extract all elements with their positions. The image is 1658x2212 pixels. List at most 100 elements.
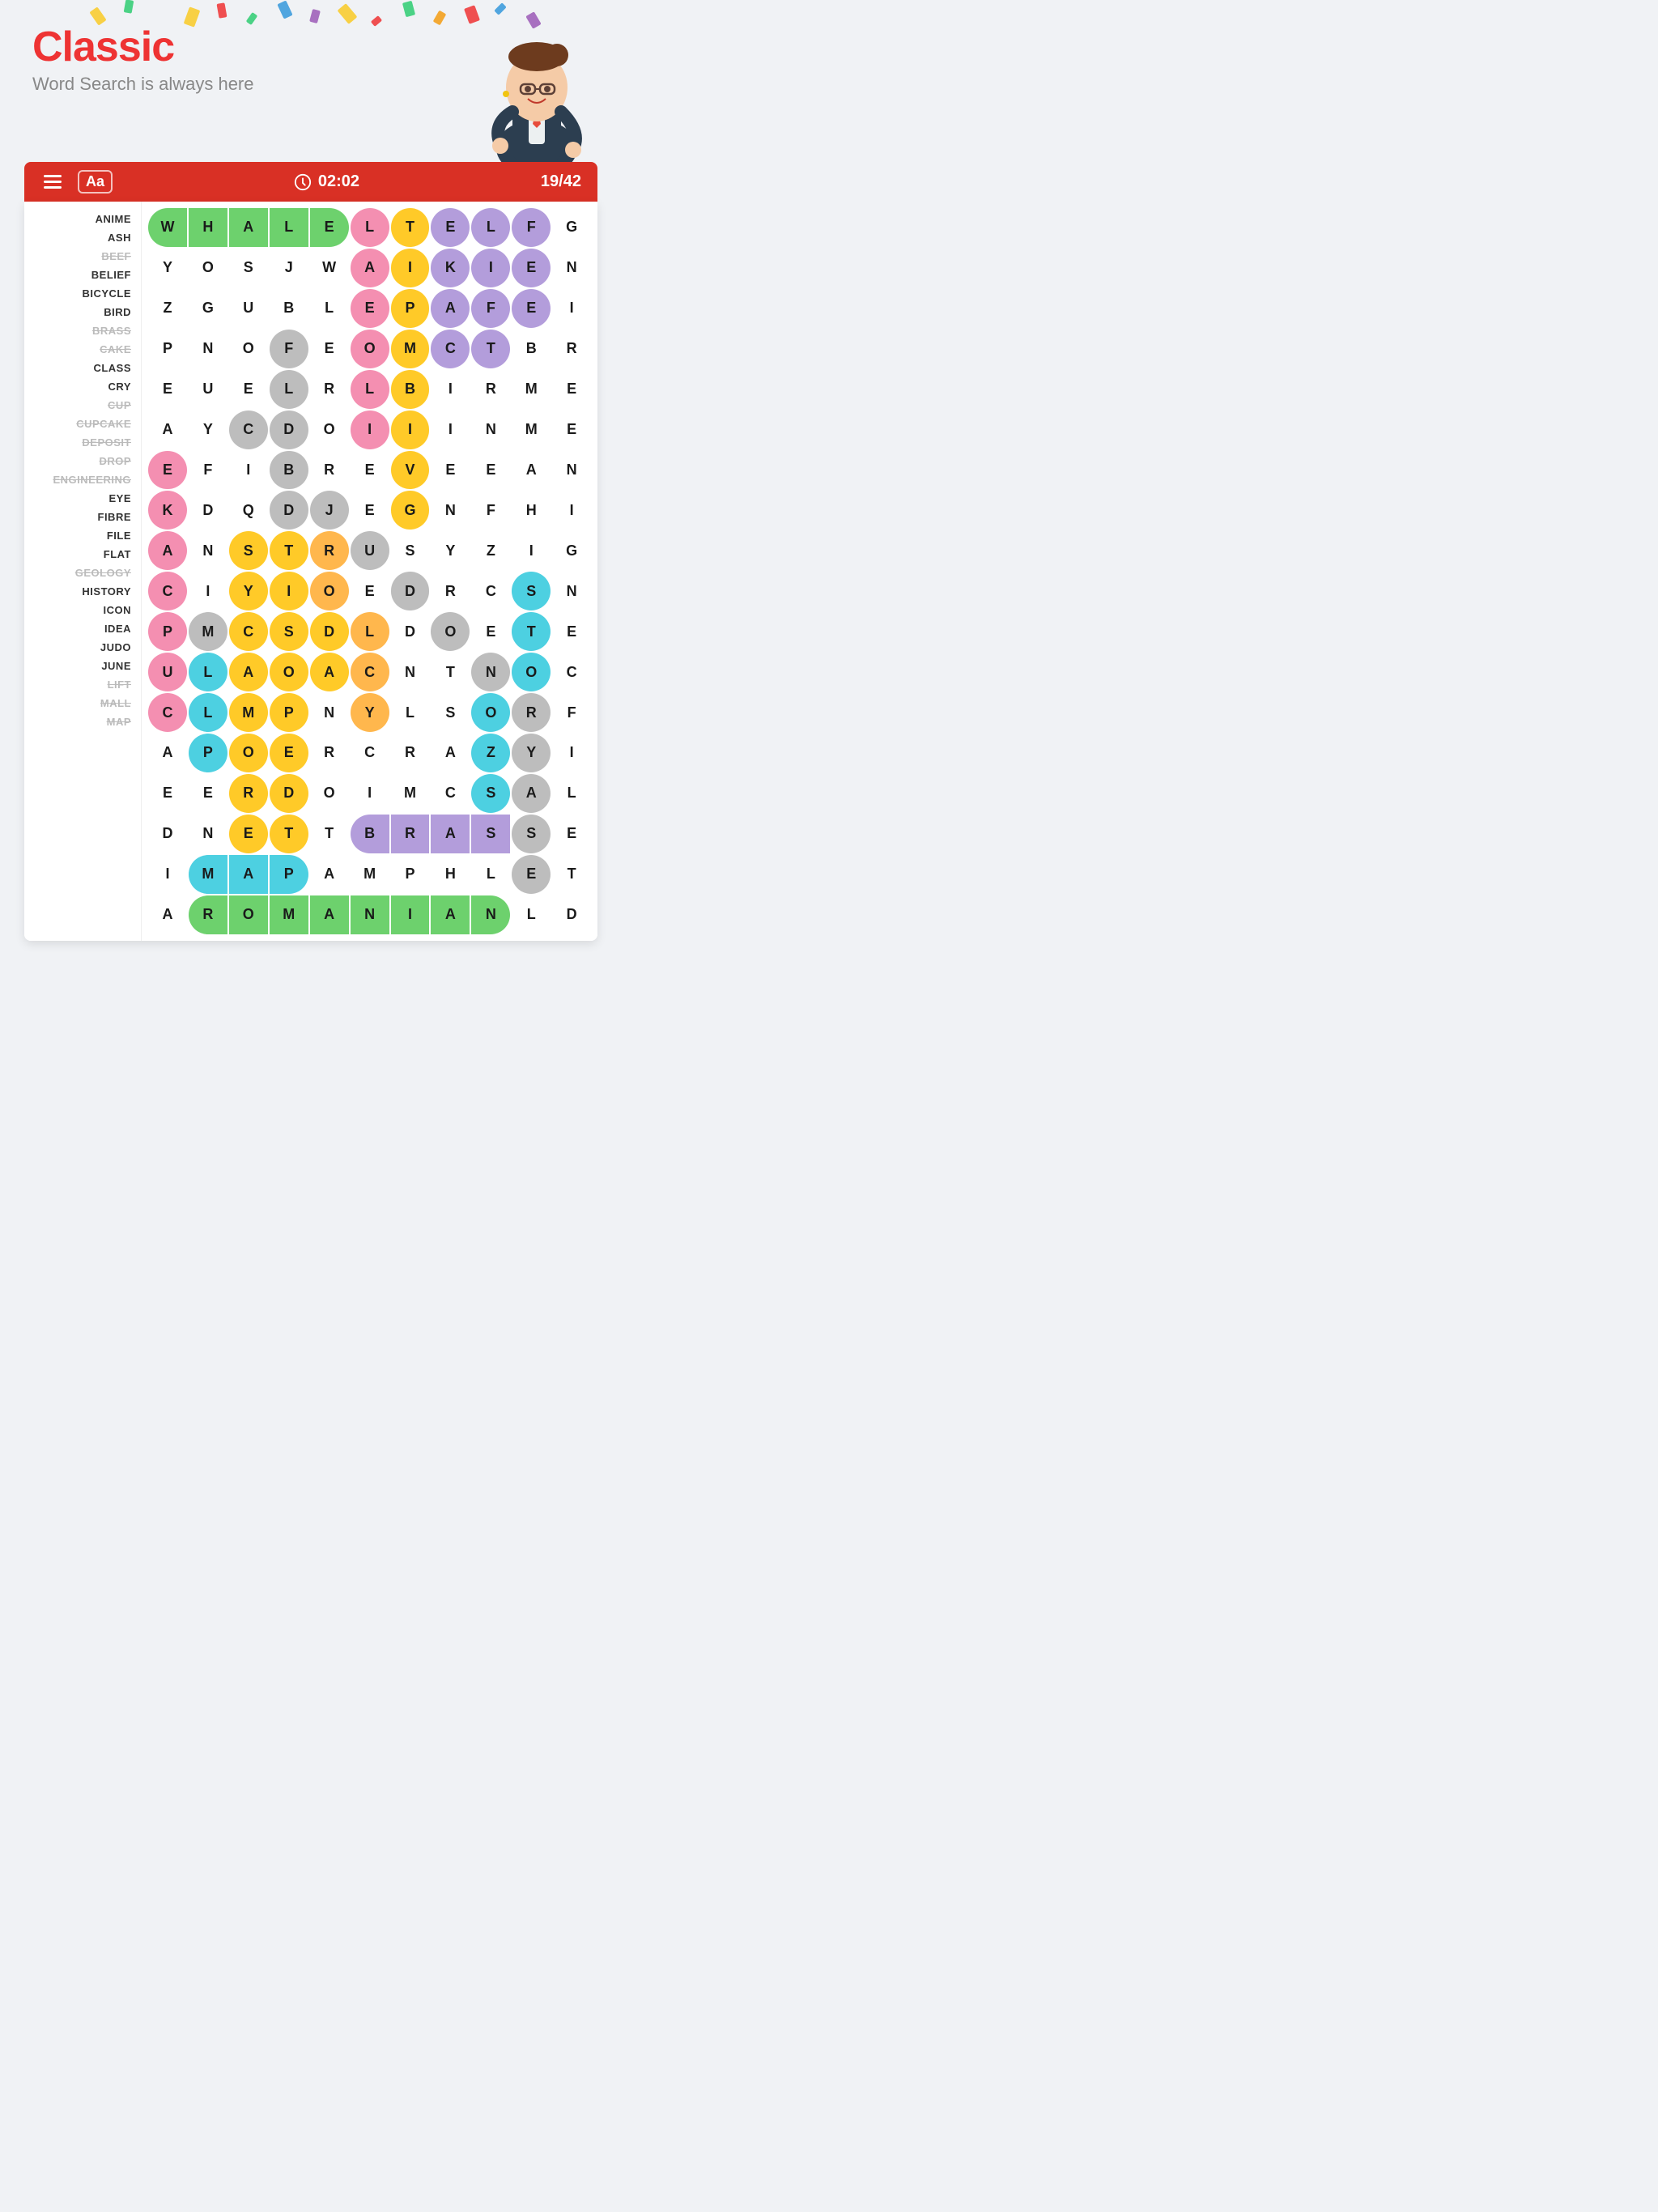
grid-cell[interactable]: E [351, 572, 389, 610]
grid-cell[interactable]: R [310, 451, 349, 490]
grid-cell[interactable]: P [189, 734, 227, 772]
grid-cell[interactable]: K [148, 491, 187, 530]
grid-cell[interactable]: I [189, 572, 227, 610]
grid-cell[interactable]: F [471, 289, 510, 328]
grid-cell[interactable]: I [512, 531, 551, 570]
grid-cell[interactable]: N [189, 815, 227, 853]
grid-cell[interactable]: M [391, 330, 430, 368]
grid-cell[interactable]: G [552, 531, 591, 570]
grid-cell[interactable]: N [471, 653, 510, 691]
grid-cell[interactable]: B [391, 370, 430, 409]
grid-cell[interactable]: E [270, 734, 308, 772]
grid-cell[interactable]: C [148, 693, 187, 732]
grid-cell[interactable]: T [512, 612, 551, 651]
grid-cell[interactable]: E [552, 815, 591, 853]
grid-cell[interactable]: O [229, 895, 268, 934]
grid-cell[interactable]: P [391, 855, 430, 894]
grid-cell[interactable]: W [148, 208, 187, 247]
grid-cell[interactable]: L [351, 370, 389, 409]
grid-cell[interactable]: S [229, 249, 268, 287]
grid-cell[interactable]: B [270, 451, 308, 490]
grid-cell[interactable]: E [229, 815, 268, 853]
grid-cell[interactable]: R [431, 572, 470, 610]
grid-cell[interactable]: I [552, 289, 591, 328]
grid-cell[interactable]: C [351, 734, 389, 772]
grid-cell[interactable]: F [512, 208, 551, 247]
grid-cell[interactable]: G [391, 491, 430, 530]
grid-cell[interactable]: L [189, 693, 227, 732]
grid-cell[interactable]: M [512, 370, 551, 409]
grid-cell[interactable]: S [270, 612, 308, 651]
grid-cell[interactable]: E [189, 774, 227, 813]
grid-cell[interactable]: Z [148, 289, 187, 328]
grid-cell[interactable]: T [431, 653, 470, 691]
grid-cell[interactable]: S [471, 815, 510, 853]
grid-cell[interactable]: M [351, 855, 389, 894]
grid-cell[interactable]: S [229, 531, 268, 570]
grid-cell[interactable]: N [552, 572, 591, 610]
grid-cell[interactable]: B [512, 330, 551, 368]
grid-cell[interactable]: R [512, 693, 551, 732]
grid-cell[interactable]: R [552, 330, 591, 368]
grid-cell[interactable]: E [431, 208, 470, 247]
grid-cell[interactable]: S [431, 693, 470, 732]
grid-cell[interactable]: A [229, 855, 268, 894]
grid-cell[interactable]: G [189, 289, 227, 328]
grid-cell[interactable]: P [391, 289, 430, 328]
grid-cell[interactable]: C [431, 774, 470, 813]
grid-cell[interactable]: M [512, 410, 551, 449]
grid-cell[interactable]: E [351, 289, 389, 328]
grid-cell[interactable]: O [310, 774, 349, 813]
grid-cell[interactable]: O [229, 330, 268, 368]
menu-button[interactable] [40, 172, 65, 192]
grid-cell[interactable]: E [512, 855, 551, 894]
grid-cell[interactable]: Q [229, 491, 268, 530]
grid-cell[interactable]: N [471, 410, 510, 449]
grid-cell[interactable]: S [391, 531, 430, 570]
grid-cell[interactable]: D [391, 572, 430, 610]
grid-cell[interactable]: I [391, 249, 430, 287]
grid-cell[interactable]: M [270, 895, 308, 934]
grid-cell[interactable]: F [270, 330, 308, 368]
grid-cell[interactable]: P [148, 612, 187, 651]
grid-cell[interactable]: E [431, 451, 470, 490]
grid-cell[interactable]: O [310, 572, 349, 610]
grid-cell[interactable]: C [552, 653, 591, 691]
grid-cell[interactable]: R [310, 370, 349, 409]
grid-cell[interactable]: A [431, 734, 470, 772]
grid-cell[interactable]: C [229, 410, 268, 449]
grid-cell[interactable]: I [391, 410, 430, 449]
grid-cell[interactable]: A [148, 410, 187, 449]
grid-cell[interactable]: E [471, 612, 510, 651]
grid-cell[interactable]: W [310, 249, 349, 287]
grid-cell[interactable]: O [189, 249, 227, 287]
grid-cell[interactable]: I [229, 451, 268, 490]
grid-cell[interactable]: I [552, 734, 591, 772]
grid-cell[interactable]: L [310, 289, 349, 328]
grid-cell[interactable]: M [189, 612, 227, 651]
grid-cell[interactable]: J [270, 249, 308, 287]
grid-cell[interactable]: L [189, 653, 227, 691]
grid-cell[interactable]: N [552, 451, 591, 490]
grid-cell[interactable]: Z [471, 531, 510, 570]
grid-cell[interactable]: Y [189, 410, 227, 449]
grid-cell[interactable]: K [431, 249, 470, 287]
grid-cell[interactable]: R [310, 531, 349, 570]
grid-cell[interactable]: R [310, 734, 349, 772]
grid-cell[interactable]: H [431, 855, 470, 894]
font-size-button[interactable]: Aa [78, 170, 113, 194]
grid-cell[interactable]: E [148, 774, 187, 813]
grid-cell[interactable]: H [189, 208, 227, 247]
grid-cell[interactable]: R [391, 815, 430, 853]
grid-cell[interactable]: N [431, 491, 470, 530]
grid-cell[interactable]: R [189, 895, 227, 934]
grid-cell[interactable]: R [471, 370, 510, 409]
grid-cell[interactable]: L [471, 855, 510, 894]
grid-cell[interactable]: G [552, 208, 591, 247]
grid-cell[interactable]: E [229, 370, 268, 409]
grid-cell[interactable]: O [270, 653, 308, 691]
grid-cell[interactable]: A [148, 531, 187, 570]
grid-cell[interactable]: Y [351, 693, 389, 732]
grid-cell[interactable]: S [512, 815, 551, 853]
grid-cell[interactable]: A [229, 653, 268, 691]
